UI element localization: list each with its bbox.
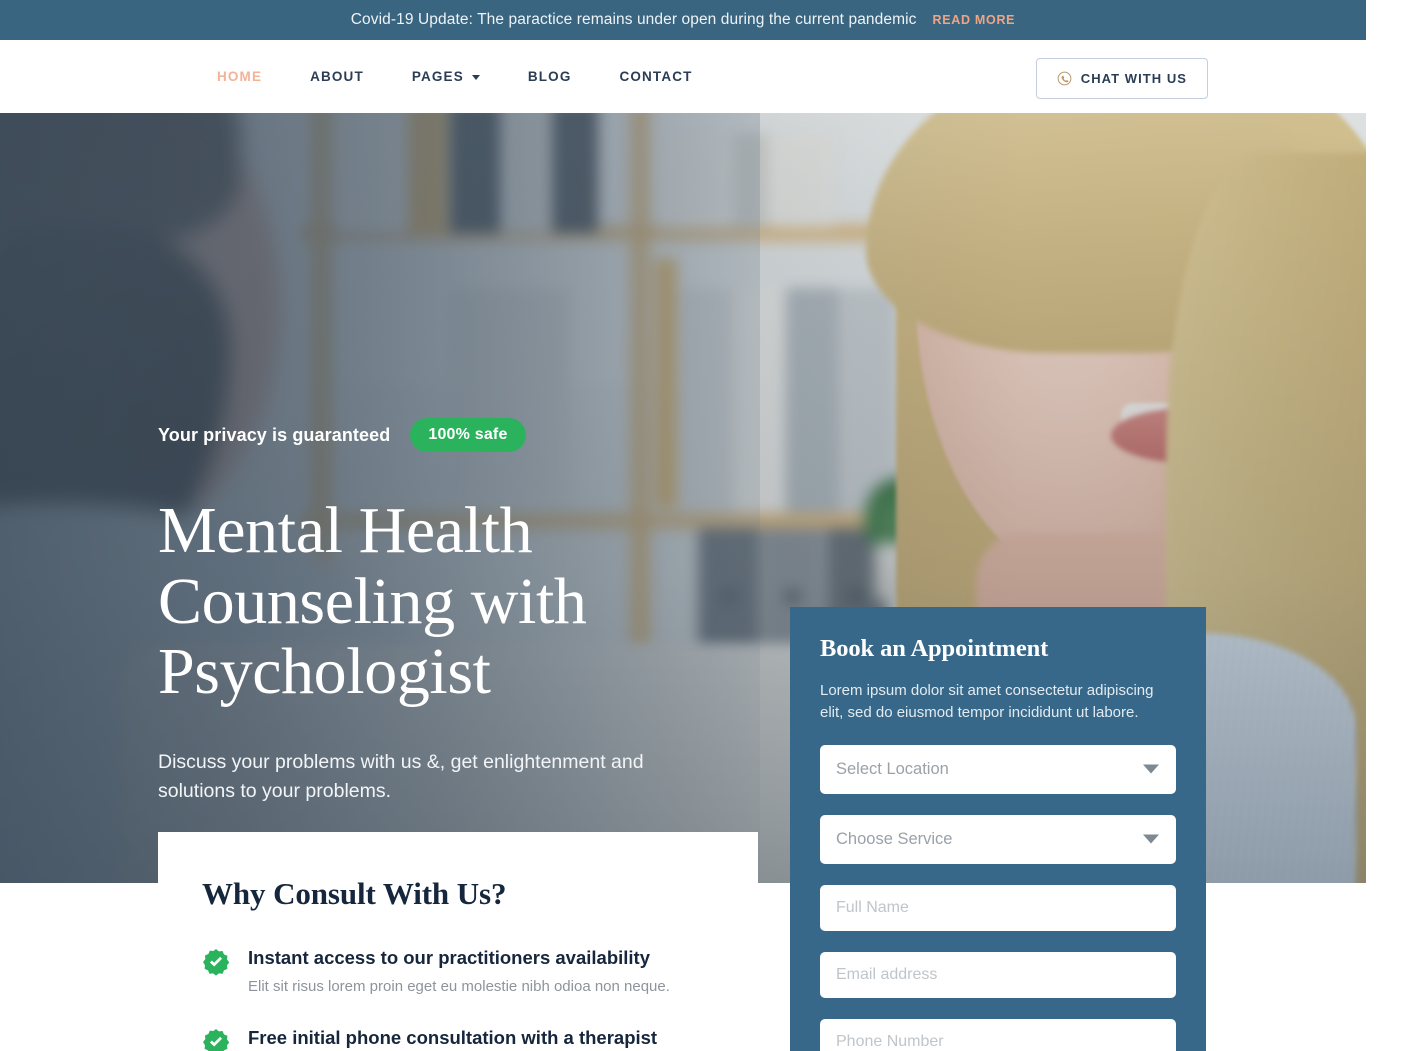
whatsapp-icon: [1057, 71, 1072, 86]
hero-subtitle: Discuss your problems with us &, get enl…: [158, 750, 644, 803]
list-item: Instant access to our practitioners avai…: [202, 946, 714, 998]
full-name-placeholder: Full Name: [836, 898, 909, 916]
check-seal-icon: [203, 1028, 230, 1051]
covid-announcement-bar: Covid-19 Update: The paractice remains u…: [0, 0, 1366, 40]
check-seal-icon: [203, 949, 230, 976]
chevron-down-icon: [1143, 764, 1159, 774]
service-select-placeholder: Choose Service: [836, 829, 953, 848]
safe-badge: 100% safe: [410, 418, 526, 452]
chat-with-us-label: CHAT WITH US: [1080, 71, 1187, 86]
service-select[interactable]: Choose Service: [820, 814, 1176, 864]
appointment-title: Book an Appointment: [820, 635, 1049, 662]
phone-input[interactable]: Phone Number: [820, 1018, 1176, 1051]
location-select[interactable]: Select Location: [820, 744, 1176, 794]
list-item: Free initial phone consultation with a t…: [202, 1026, 714, 1051]
hero-copy: Your privacy is guaranteed 100% safe Men…: [158, 418, 798, 807]
list-item-heading: Instant access to our practitioners avai…: [248, 947, 650, 968]
nav-item-blog[interactable]: BLOG: [504, 69, 596, 84]
list-item-heading: Free initial phone consultation with a t…: [248, 1026, 658, 1048]
read-more-link[interactable]: READ MORE: [933, 13, 1016, 27]
chevron-down-icon: [1143, 834, 1159, 844]
privacy-row: Your privacy is guaranteed 100% safe: [158, 418, 798, 452]
phone-placeholder: Phone Number: [836, 1032, 944, 1050]
email-placeholder: Email address: [836, 965, 938, 983]
appointment-form-panel: Book an Appointment Lorem ipsum dolor si…: [790, 607, 1206, 1051]
appointment-description: Lorem ipsum dolor sit amet consectetur a…: [820, 682, 1154, 721]
nav-item-pages[interactable]: PAGES: [388, 69, 504, 84]
nav-label-contact: CONTACT: [619, 69, 693, 84]
nav-item-about[interactable]: ABOUT: [286, 69, 388, 84]
nav-label-blog: BLOG: [527, 69, 572, 84]
hero-title: Mental Health Counseling with Psychologi…: [158, 494, 587, 709]
email-input[interactable]: Email address: [820, 951, 1176, 998]
nav-label-pages: PAGES: [411, 69, 464, 84]
why-consult-title: Why Consult With Us?: [202, 876, 507, 911]
chevron-down-icon: [471, 75, 480, 80]
why-consult-card: Why Consult With Us? Instant access to o…: [158, 832, 758, 1051]
privacy-label: Your privacy is guaranteed: [158, 424, 391, 445]
nav-label-home: HOME: [217, 69, 263, 84]
page-root: Covid-19 Update: The paractice remains u…: [0, 0, 1402, 1051]
browser-viewport: Covid-19 Update: The paractice remains u…: [0, 0, 1366, 1051]
nav-item-home[interactable]: HOME: [217, 69, 286, 84]
full-name-input[interactable]: Full Name: [820, 884, 1176, 931]
nav-label-about: ABOUT: [310, 69, 364, 84]
main-navigation: HOME ABOUT PAGES BLOG CONTACT: [217, 40, 717, 113]
covid-announcement-text: Covid-19 Update: The paractice remains u…: [350, 11, 917, 28]
location-select-placeholder: Select Location: [836, 759, 949, 778]
site-header: HOME ABOUT PAGES BLOG CONTACT CHAT WITH …: [0, 40, 1366, 113]
list-item-description: Elit sit risus lorem proin eget eu moles…: [248, 978, 670, 996]
chat-with-us-button[interactable]: CHAT WITH US: [1035, 58, 1208, 99]
nav-item-contact[interactable]: CONTACT: [595, 69, 716, 84]
